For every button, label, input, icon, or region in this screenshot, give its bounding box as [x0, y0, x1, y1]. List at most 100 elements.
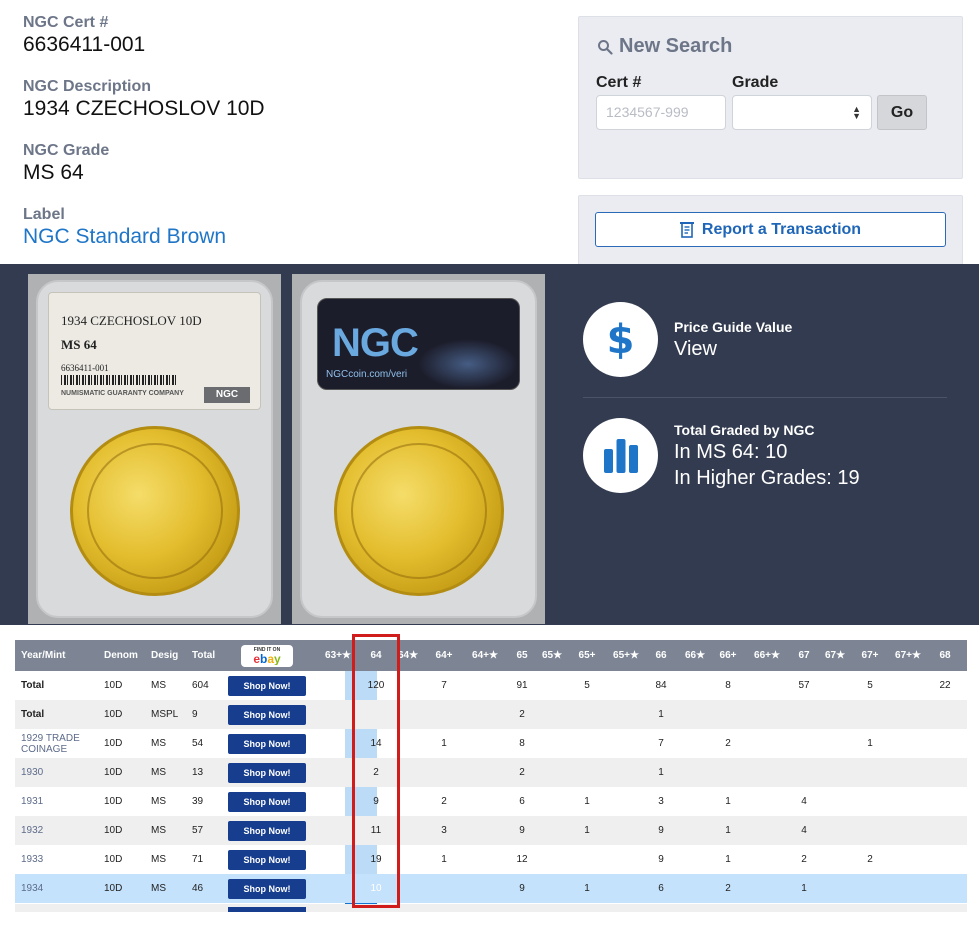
shop-now-button[interactable]: Shop Now! — [228, 762, 306, 783]
grade-count[interactable]: 2 — [712, 729, 744, 758]
grade-count[interactable]: 5 — [571, 671, 603, 700]
grade-count[interactable]: 1 — [853, 729, 887, 758]
grade-count[interactable]: 1 — [712, 787, 744, 816]
slab-label: 1934 CZECHOSLOV 10D MS 64 6636411-001 NU… — [48, 292, 261, 410]
grade-count[interactable]: 9 — [509, 874, 535, 903]
shop-now-button[interactable]: Shop Now! — [228, 791, 306, 812]
grade-count[interactable]: 2 — [427, 787, 461, 816]
grade-count[interactable]: 2 — [509, 700, 535, 729]
cert-input[interactable]: 1234567-999 — [596, 95, 726, 130]
grade-count[interactable]: 6 — [509, 787, 535, 816]
grade-count[interactable]: 9 — [648, 816, 674, 845]
grade-select[interactable]: ▲ ▼ — [732, 95, 872, 130]
table-row — [15, 904, 967, 912]
hologram-url: NGCcoin.com/veri — [326, 369, 408, 380]
go-button[interactable]: Go — [877, 95, 927, 130]
grade-count[interactable]: 12 — [509, 845, 535, 874]
price-guide-view-link[interactable]: View — [674, 336, 792, 362]
shop-now-button[interactable]: Shop Now! — [228, 733, 306, 754]
grade-count[interactable]: 1 — [712, 816, 744, 845]
grade-count[interactable]: 4 — [787, 816, 821, 845]
header-grade-14: 67 — [798, 650, 810, 661]
report-transaction-button[interactable]: Report a Transaction — [595, 212, 946, 247]
grade-count[interactable]: 1 — [427, 845, 461, 874]
label-link[interactable]: NGC Standard Brown — [23, 224, 543, 250]
header-grade-8: 65+ — [578, 650, 596, 661]
ebay-logo-cell[interactable]: FIND IT ON ebay — [241, 640, 293, 671]
grade-count[interactable]: 1 — [571, 874, 603, 903]
grade-count — [537, 700, 567, 729]
year-mint[interactable]: 1929 TRADE COINAGE — [21, 729, 101, 758]
shop-now-button[interactable]: Shop Now! — [228, 878, 306, 899]
total-count: 9 — [192, 709, 198, 720]
cert-value: 6636411-001 — [23, 33, 146, 56]
grade-count[interactable]: 91 — [509, 671, 535, 700]
band-divider — [583, 397, 947, 398]
grade-count[interactable]: 2 — [712, 874, 744, 903]
grade-count — [889, 671, 927, 700]
shop-now-button[interactable] — [228, 907, 306, 912]
grade-count[interactable]: 1 — [648, 758, 674, 787]
grade-count[interactable]: 3 — [648, 787, 674, 816]
year-mint[interactable]: 1933 — [21, 845, 101, 874]
year-mint[interactable]: 1930 — [21, 758, 101, 787]
grade-count — [465, 874, 505, 903]
grade-count[interactable]: 2 — [787, 845, 821, 874]
total-count: 71 — [192, 854, 204, 865]
slab-back-image[interactable]: NGC NGCcoin.com/veri — [292, 274, 545, 624]
shop-now-cell: Shop Now! — [228, 816, 306, 845]
slab-hologram: NGC NGCcoin.com/veri — [317, 298, 520, 390]
grade-count[interactable]: 8 — [712, 671, 744, 700]
grade-count[interactable]: 3 — [427, 816, 461, 845]
grade-count — [607, 845, 645, 874]
grade-count[interactable]: 2 — [853, 845, 887, 874]
grade-count[interactable]: 8 — [509, 729, 535, 758]
grade-count — [427, 700, 461, 729]
grade-count[interactable]: 1 — [712, 845, 744, 874]
table-header: Year/Mint Denom Desig Total FIND IT ON ebay 63… — [15, 640, 967, 671]
grade-count[interactable]: 7 — [648, 729, 674, 758]
shop-now-button[interactable]: Shop Now! — [228, 704, 306, 725]
grade-count[interactable]: 5 — [853, 671, 887, 700]
slab-front-image[interactable]: 1934 CZECHOSLOV 10D MS 64 6636411-001 NU… — [28, 274, 281, 624]
grade-count[interactable]: 1 — [571, 816, 603, 845]
grade-count[interactable]: 1 — [787, 874, 821, 903]
shop-now-button[interactable]: Shop Now! — [228, 849, 306, 870]
slab-description: 1934 CZECHOSLOV 10D — [61, 313, 202, 328]
grade-count — [680, 729, 710, 758]
grade-count[interactable]: 1 — [571, 787, 603, 816]
grade-count[interactable]: 9 — [509, 816, 535, 845]
grade-label: NGC Grade — [23, 142, 110, 159]
year-mint[interactable]: 1931 — [21, 787, 101, 816]
grade-count[interactable]: 9 — [648, 845, 674, 874]
grade-count — [537, 729, 567, 758]
grade-count — [680, 816, 710, 845]
dollar-icon: $ — [583, 302, 658, 377]
ebay-logo[interactable]: FIND IT ON ebay — [241, 644, 293, 667]
shop-now-button[interactable]: Shop Now! — [228, 675, 306, 696]
shop-now-cell: Shop Now! — [228, 874, 306, 903]
header-grade-1: 63+★ — [325, 650, 351, 661]
header-grade-6: 65 — [516, 650, 528, 661]
grade-count — [820, 671, 850, 700]
grade-count[interactable]: 57 — [787, 671, 821, 700]
year-mint[interactable]: 1934 — [21, 874, 101, 903]
total-graded-title: Total Graded by NGC — [674, 421, 815, 438]
grade-count[interactable]: 2 — [509, 758, 535, 787]
grade-count[interactable]: 4 — [787, 787, 821, 816]
grade-count[interactable]: 1 — [648, 700, 674, 729]
price-guide-stat[interactable]: $ Price Guide Value View — [583, 302, 792, 377]
table-row: 1931 10D MS 39 Shop Now! 9 2 6 1 3 1 4 — [15, 787, 967, 816]
grade-count[interactable]: 1 — [427, 729, 461, 758]
grade-count — [465, 816, 505, 845]
grade-count — [571, 845, 603, 874]
grade-count[interactable]: 22 — [930, 671, 960, 700]
description-value: 1934 CZECHOSLOV 10D — [23, 97, 265, 120]
grade-count[interactable]: 84 — [648, 671, 674, 700]
grade-count — [787, 758, 821, 787]
shop-now-button[interactable]: Shop Now! — [228, 820, 306, 841]
grade-count[interactable]: 7 — [427, 671, 461, 700]
header-grade-5: 64+★ — [472, 650, 498, 661]
grade-count[interactable]: 6 — [648, 874, 674, 903]
year-mint[interactable]: 1932 — [21, 816, 101, 845]
